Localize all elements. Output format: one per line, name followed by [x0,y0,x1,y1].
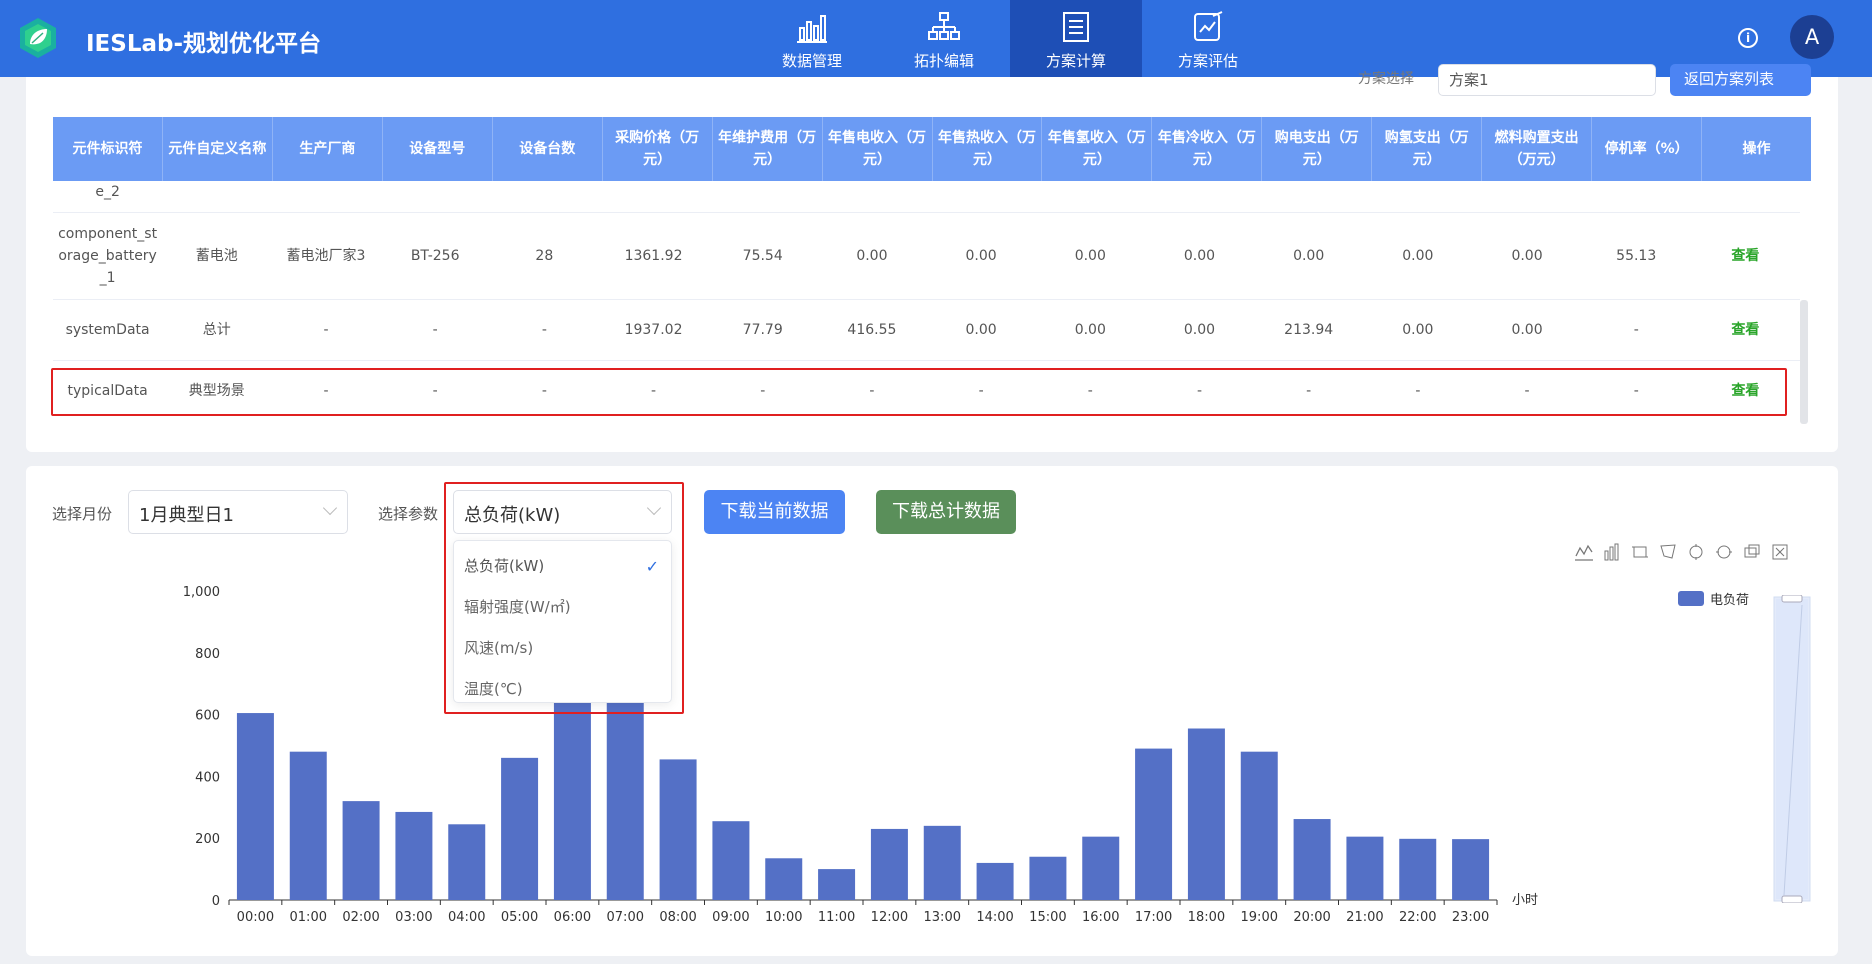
chart-bar [976,862,1014,900]
chart-bar [659,759,697,900]
x-tick-label: 19:00 [1241,910,1278,925]
x-tick-label: 21:00 [1346,910,1383,925]
chart-bar [501,757,539,900]
chart-bar [1452,839,1490,900]
chart-bar [289,751,327,900]
legend-label: 电负荷 [1710,593,1750,608]
chart-bar [606,702,644,900]
legend-swatch [1678,591,1704,606]
x-tick-label: 14:00 [976,910,1013,925]
zoom-icon[interactable] [1686,542,1706,562]
x-tick-label: 12:00 [871,910,908,925]
x-tick-label: 04:00 [448,910,485,925]
x-tick-label: 08:00 [659,910,696,925]
chart-bar [818,869,856,900]
x-tick-label: 05:00 [501,910,538,925]
chart-bar [1187,728,1225,900]
rect-select-icon[interactable] [1630,542,1650,562]
save-image-icon[interactable] [1770,542,1790,562]
chart-bar [553,702,591,900]
chart-bar [448,824,486,900]
chart-bar [1082,836,1120,900]
chart-toolbox [1574,542,1790,562]
line-chart-icon[interactable] [1574,542,1594,562]
x-tick-label: 20:00 [1293,910,1330,925]
chart-legend[interactable]: 电负荷 [1678,589,1749,608]
x-tick-label: 23:00 [1452,910,1489,925]
restore-icon[interactable] [1742,542,1762,562]
x-tick-label: 10:00 [765,910,802,925]
chart-bar [236,713,274,900]
x-tick-label: 07:00 [607,910,644,925]
x-tick-label: 18:00 [1188,910,1225,925]
chart-bar [870,828,908,900]
x-tick-label: 02:00 [342,910,379,925]
x-axis-label: 小时 [1512,893,1538,908]
chart-bar [1293,819,1331,900]
y-tick-label: 1,000 [183,585,220,600]
x-tick-label: 15:00 [1029,910,1066,925]
chart-bar [1029,856,1067,900]
lasso-select-icon[interactable] [1658,542,1678,562]
x-tick-label: 17:00 [1135,910,1172,925]
chart-bar [923,825,961,900]
x-tick-label: 00:00 [237,910,274,925]
chart-bar [395,811,433,900]
chart-bar [1399,838,1437,900]
highlight-box-param-select [444,482,684,714]
x-tick-label: 01:00 [290,910,327,925]
y-tick-label: 800 [195,647,220,662]
y-tick-label: 0 [212,894,220,909]
bar-chart-icon[interactable] [1602,542,1622,562]
x-tick-label: 22:00 [1399,910,1436,925]
chart-bar [1135,748,1173,900]
y-tick-label: 200 [195,832,220,847]
chart-bar [342,801,380,900]
x-tick-label: 06:00 [554,910,591,925]
chart-bar [765,858,803,900]
zoom-reset-icon[interactable] [1714,542,1734,562]
chart-bar [712,821,750,900]
x-tick-label: 11:00 [818,910,855,925]
load-bar-chart: 0 200 400 600 800 1,000 00:00 01:00 02:00 03:00 04… [183,585,1538,925]
x-tick-label: 03:00 [395,910,432,925]
chart-bar [1346,836,1384,900]
x-tick-label: 16:00 [1082,910,1119,925]
y-tick-label: 600 [195,709,220,724]
y-tick-label: 400 [195,770,220,785]
data-zoom-slider[interactable] [1772,595,1812,903]
x-tick-label: 09:00 [712,910,749,925]
chart-bar [1240,751,1278,900]
x-tick-label: 13:00 [924,910,961,925]
